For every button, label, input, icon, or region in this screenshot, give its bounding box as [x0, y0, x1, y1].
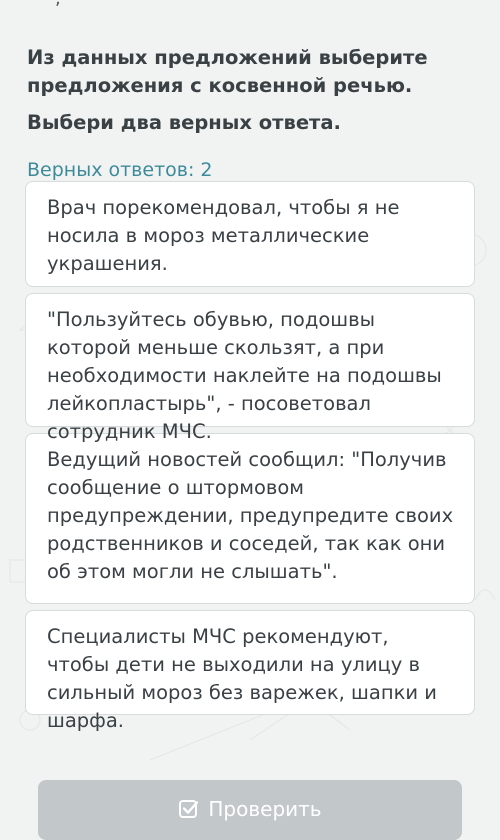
cropped-header-fragment: ,	[55, 0, 61, 9]
answer-option-1[interactable]: Врач порекомендовал, чтобы я не носила в…	[25, 181, 475, 287]
check-square-icon	[178, 798, 200, 820]
question-text: Из данных предложений выберите предложен…	[27, 46, 428, 97]
answer-option-2[interactable]: "Пользуйтесь обувью, подошвы которой мен…	[25, 293, 475, 443]
correct-answers-count: Верных ответов: 2	[27, 159, 213, 181]
check-button-label: Проверить	[208, 797, 322, 821]
answer-options-list: Врач порекомендовал, чтобы я не носила в…	[25, 181, 475, 732]
check-button[interactable]: Проверить	[38, 780, 462, 840]
answer-option-4[interactable]: Специалисты МЧС рекомендуют, чтобы дети …	[25, 610, 475, 732]
answer-option-3[interactable]: Ведущий новостей сообщил: "Получив сообщ…	[25, 433, 475, 604]
question-instruction: Выбери два верных ответа.	[27, 111, 341, 134]
